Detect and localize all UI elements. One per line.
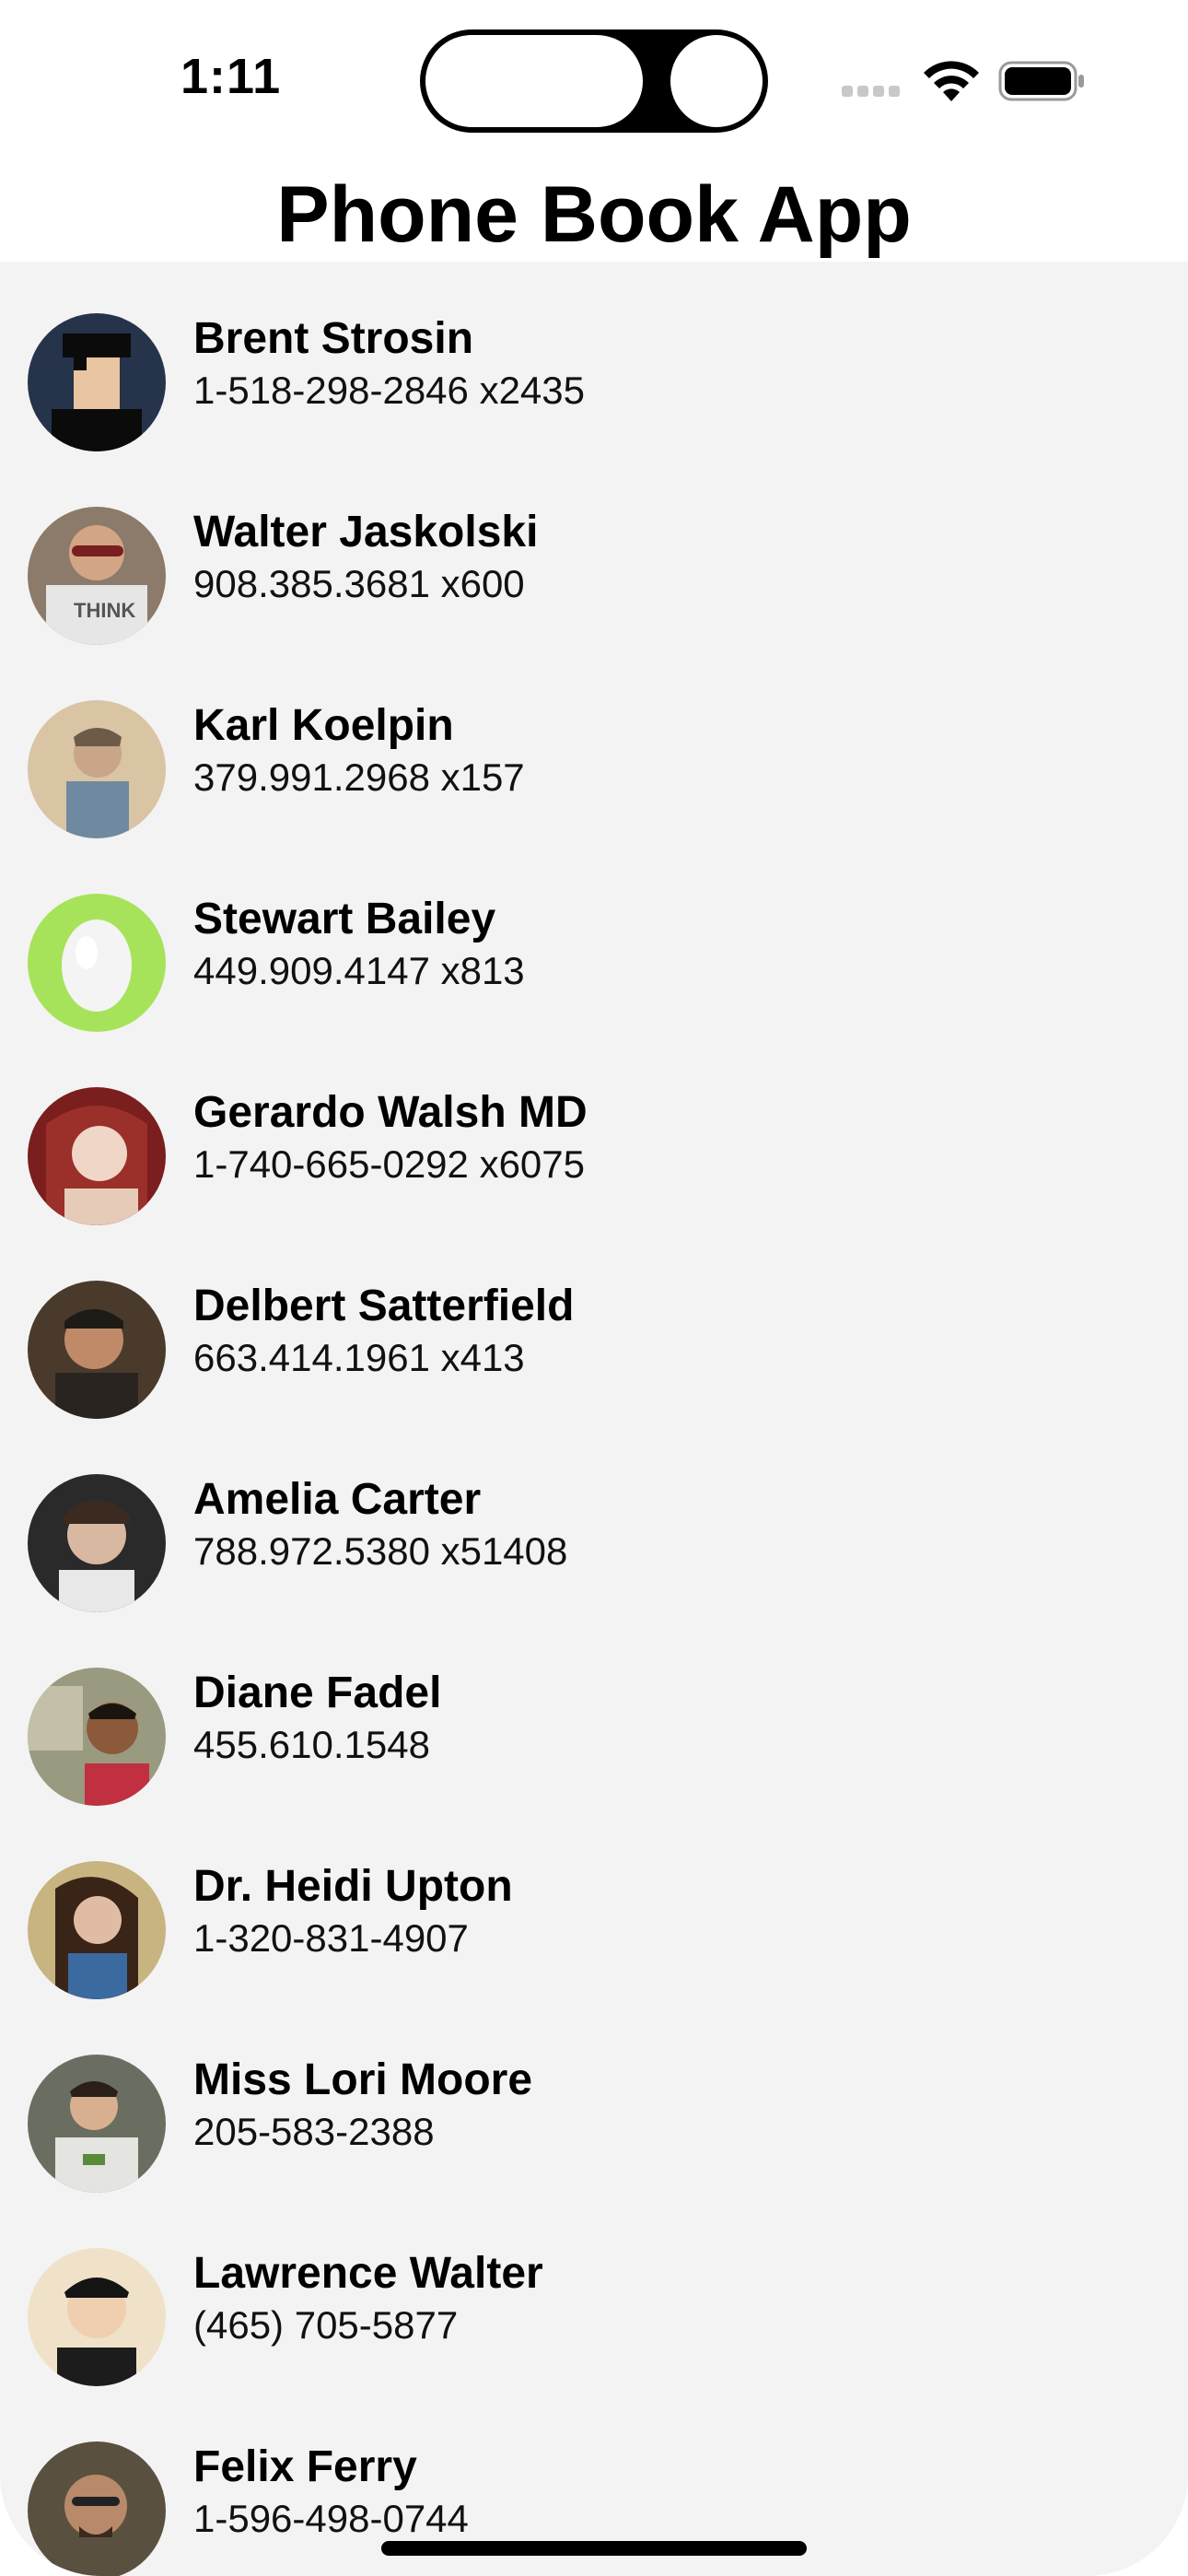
contact-name: Walter Jaskolski [193,508,539,556]
svg-text:THINK: THINK [74,599,135,622]
contact-phone: 788.972.5380 x51408 [193,1529,568,1573]
contact-name: Miss Lori Moore [193,2055,533,2104]
contact-phone: 379.991.2968 x157 [193,755,525,799]
contact-name: Brent Strosin [193,314,474,363]
contact-phone: 1-740-665-0292 x6075 [193,1142,586,1186]
contact-phone: 449.909.4147 x813 [193,949,525,992]
status-time: 1:11 [181,49,282,104]
contact-row[interactable]: Diane Fadel 455.610.1548 [0,1616,1188,1809]
page-title: Phone Book App [276,170,912,259]
contact-row[interactable]: Gerardo Walsh MD 1-740-665-0292 x6075 [0,1036,1188,1229]
photo-avatar [28,1861,166,1999]
photo-avatar [28,1474,166,1612]
contact-name: Amelia Carter [193,1475,482,1524]
contact-name: Dr. Heidi Upton [193,1862,513,1911]
island-dot [670,35,763,127]
photo-avatar [28,1281,166,1419]
photo-avatar [28,2248,166,2386]
contact-phone: 1-518-298-2846 x2435 [193,369,586,412]
cellular-signal-icon [842,85,906,98]
contact-phone: 205-583-2388 [193,2110,435,2153]
contact-name: Delbert Satterfield [193,1282,575,1330]
contact-name: Diane Fadel [193,1669,442,1717]
contact-row[interactable]: Brent Strosin 1-518-298-2846 x2435 [0,262,1188,455]
contact-phone: 663.414.1961 x413 [193,1336,525,1379]
contact-name: Lawrence Walter [193,2249,543,2298]
contact-list[interactable]: Brent Strosin 1-518-298-2846 x2435 THINK… [0,262,1188,2576]
contact-row[interactable]: Lawrence Walter (465) 705-5877 [0,2196,1188,2390]
contact-name: Felix Ferry [193,2442,417,2491]
photo-avatar [28,1668,166,1806]
contact-phone: 1-596-498-0744 [193,2497,469,2540]
contact-row[interactable]: Delbert Satterfield 663.414.1961 x413 [0,1229,1188,1423]
contact-name: Stewart Bailey [193,895,496,943]
status-bar: 1:11 [0,0,1188,157]
contact-row[interactable]: THINK Walter Jaskolski 908.385.3681 x600 [0,455,1188,649]
photo-avatar [28,2441,166,2576]
contact-row[interactable]: Stewart Bailey 449.909.4147 x813 [0,842,1188,1036]
contact-row[interactable]: Karl Koelpin 379.991.2968 x157 [0,649,1188,842]
island-pill [425,35,643,127]
photo-avatar [28,2055,166,2193]
contact-name: Gerardo Walsh MD [193,1088,588,1137]
contact-row[interactable]: Amelia Carter 788.972.5380 x51408 [0,1423,1188,1616]
battery-icon [998,61,1087,101]
contact-phone: 1-320-831-4907 [193,1916,469,1960]
egg-avatar [28,894,166,1032]
phone-screen: 1:11 Phone Book App Brent Strosin 1-518-… [0,0,1188,2576]
photo-avatar [28,1087,166,1225]
home-indicator[interactable] [381,2541,807,2556]
contact-phone: (465) 705-5877 [193,2303,459,2347]
contact-row[interactable]: Dr. Heidi Upton 1-320-831-4907 [0,1809,1188,2003]
pixel-art-avatar [28,313,166,451]
photo-avatar [28,700,166,838]
wifi-icon [921,57,982,103]
contact-name: Karl Koelpin [193,701,454,750]
contact-row[interactable]: Miss Lori Moore 205-583-2388 [0,2003,1188,2196]
contact-phone: 908.385.3681 x600 [193,562,525,605]
dynamic-island [420,29,768,133]
contact-phone: 455.610.1548 [193,1723,430,1766]
photo-avatar: THINK [28,507,166,645]
